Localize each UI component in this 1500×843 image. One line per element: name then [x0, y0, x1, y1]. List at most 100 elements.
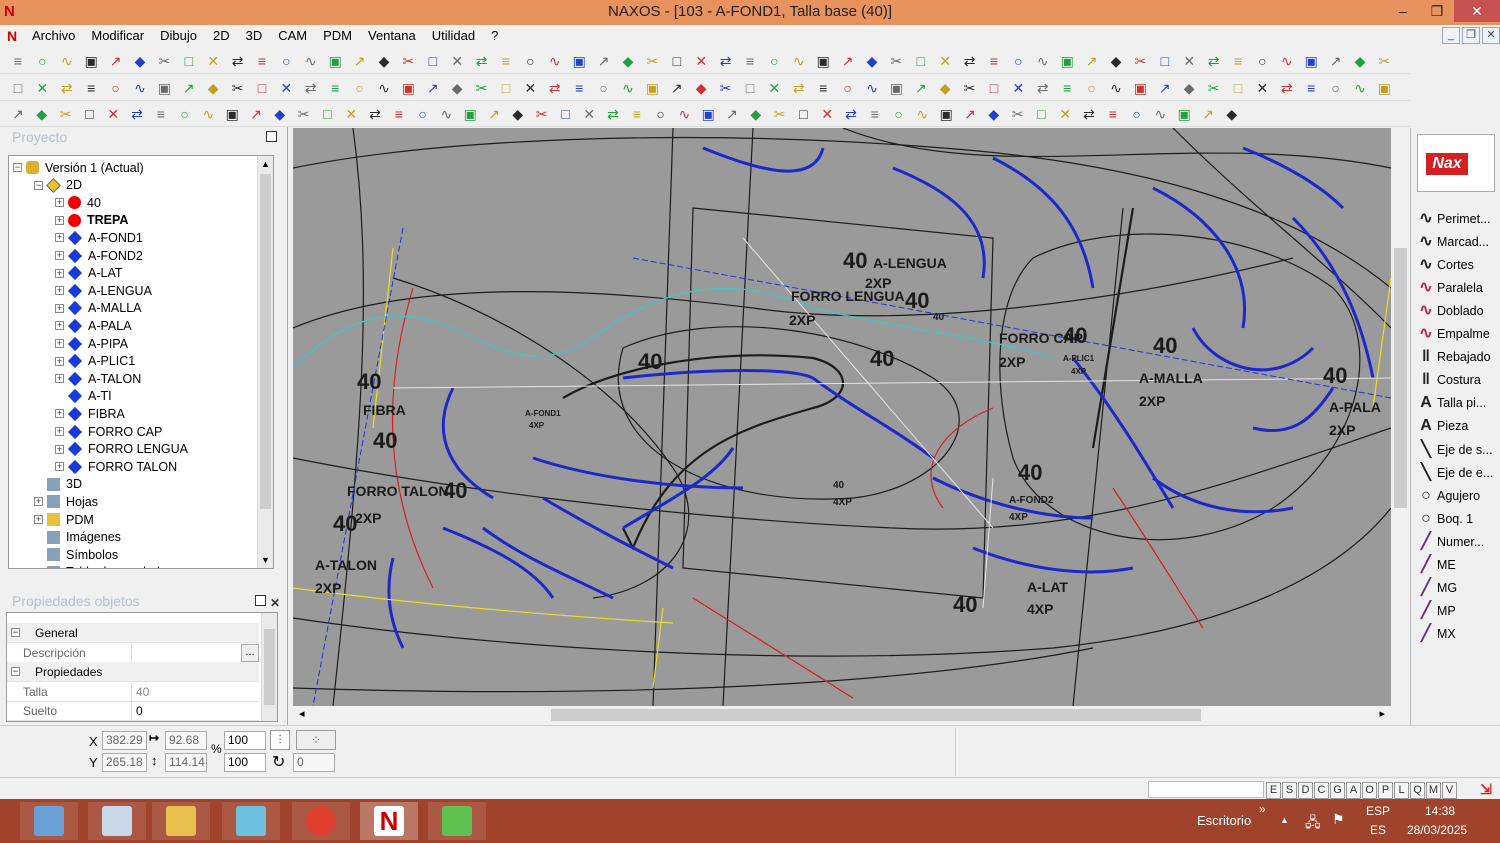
toolbar-button-icon[interactable]: ○ — [766, 53, 782, 69]
toolbar-button-icon[interactable]: ≡ — [986, 53, 1002, 69]
toolbar-button-icon[interactable]: ≡ — [10, 53, 26, 69]
panel-close-icon[interactable]: ✕ — [270, 593, 280, 613]
toolbar-button-icon[interactable]: ◆ — [1352, 53, 1368, 69]
toolbar-button-icon[interactable]: □ — [1157, 53, 1173, 69]
toolbar-button-icon[interactable]: ∿ — [200, 106, 216, 122]
toolbar-button-icon[interactable]: ↗ — [1084, 53, 1100, 69]
align-icon[interactable]: ⫶ — [270, 730, 290, 750]
toolbar-button-icon[interactable]: ✕ — [205, 53, 221, 69]
toolbar-button-icon[interactable]: □ — [1230, 80, 1246, 96]
tree-item[interactable]: + A-PLIC1 — [55, 353, 135, 370]
tool-item[interactable]: ╱ MX — [1417, 623, 1500, 645]
toolbar-button-icon[interactable]: ↗ — [486, 106, 502, 122]
maximize-button[interactable]: ❐ — [1420, 0, 1454, 22]
toolbar-button-icon[interactable]: ✕ — [1254, 80, 1270, 96]
tool-item[interactable]: ╱ MP — [1417, 600, 1500, 622]
toolbar-button-icon[interactable]: ⇄ — [230, 53, 246, 69]
toolbar-button-icon[interactable]: ○ — [1328, 80, 1344, 96]
toolbar-button-icon[interactable]: ✕ — [278, 80, 294, 96]
toolbar-button-icon[interactable]: ◆ — [376, 53, 392, 69]
toolbar-button-icon[interactable]: ✕ — [937, 53, 953, 69]
toolbar-button-icon[interactable]: ◆ — [693, 80, 709, 96]
toolbar-button-icon[interactable]: ≡ — [1059, 80, 1075, 96]
toolbar-button-icon[interactable]: □ — [254, 80, 270, 96]
toolbar-button-icon[interactable]: □ — [669, 53, 685, 69]
toolbar-button-icon[interactable]: ✂ — [400, 53, 416, 69]
grid-icon[interactable]: ⁘ — [296, 730, 336, 750]
input-language[interactable]: ESP — [1366, 804, 1390, 818]
property-value[interactable]: 0 — [131, 702, 259, 721]
toolbar-button-icon[interactable]: ↗ — [108, 53, 124, 69]
browse-button[interactable]: ... — [241, 643, 259, 662]
x-field[interactable]: 382.29 — [102, 731, 147, 750]
mdi-minimize-button[interactable]: _ — [1442, 27, 1460, 44]
tree-expander-icon[interactable]: + — [55, 215, 64, 225]
tree-item[interactable]: Símbolos — [34, 546, 118, 563]
snap-mode-toggle[interactable]: P — [1378, 782, 1393, 799]
tool-item[interactable]: ╱ ME — [1417, 554, 1500, 576]
tool-item[interactable]: A Pieza — [1417, 415, 1500, 437]
tree-item[interactable]: 3D — [34, 476, 82, 493]
toolbar-button-icon[interactable]: ◆ — [510, 106, 526, 122]
tree-item[interactable]: + A-FOND1 — [55, 229, 143, 246]
snap-mode-toggle[interactable]: M — [1426, 782, 1441, 799]
property-section[interactable]: − General — [7, 623, 259, 643]
toolbar-button-icon[interactable]: ▣ — [1176, 106, 1192, 122]
toolbar-button-icon[interactable]: ≡ — [327, 80, 343, 96]
property-section[interactable]: − Propiedades — [7, 662, 259, 683]
toolbar-button-icon[interactable]: ✂ — [962, 80, 978, 96]
tool-item[interactable]: ○ Agujero — [1417, 485, 1500, 507]
tree-expander-icon[interactable]: − — [13, 163, 22, 172]
zoom-mode-icon[interactable]: ⇲ — [1476, 781, 1496, 798]
tree-expander-icon[interactable]: + — [34, 497, 43, 507]
toolbar-button-icon[interactable]: ∿ — [376, 80, 392, 96]
toolbar-button-icon[interactable]: ≡ — [1230, 53, 1246, 69]
tree-item[interactable]: + A-PALA — [55, 317, 132, 334]
toolbar-button-icon[interactable]: ≡ — [867, 106, 883, 122]
tree-item[interactable]: Imágenes — [34, 529, 121, 546]
tree-item[interactable]: +40 — [55, 194, 101, 211]
toolbar-button-icon[interactable]: ✕ — [1010, 80, 1026, 96]
toolbar-button-icon[interactable]: ↗ — [181, 80, 197, 96]
tool-item[interactable]: ∿ Doblado — [1417, 300, 1500, 322]
tool-item[interactable]: ∿ Paralela — [1417, 277, 1500, 299]
mdi-close-button[interactable]: ✕ — [1482, 27, 1500, 44]
tool-item[interactable]: ∿ Perimet... — [1417, 208, 1500, 230]
toolbar-button-icon[interactable]: ◆ — [132, 53, 148, 69]
tree-item[interactable]: + PDM — [34, 511, 94, 528]
toolbar-button-icon[interactable]: ○ — [522, 53, 538, 69]
menu-help[interactable]: ? — [483, 25, 506, 47]
toolbar-button-icon[interactable]: ⇄ — [791, 80, 807, 96]
toolbar-button-icon[interactable]: ▣ — [224, 106, 240, 122]
toolbar-button-icon[interactable]: ≡ — [153, 106, 169, 122]
tree-expander-icon[interactable]: + — [55, 374, 64, 384]
drawing-canvas[interactable]: 40 A-LENGUA 2XP FORRO LENGUA 2XP 40 FORRO CAP 4… — [293, 128, 1391, 706]
naxos-app-icon[interactable]: N — [360, 802, 418, 840]
tray-arrow-icon[interactable]: ▲ — [1280, 815, 1289, 825]
chrome-app-icon[interactable] — [292, 802, 350, 840]
toolbar-button-icon[interactable]: ▣ — [644, 80, 660, 96]
tree-item[interactable]: + A-LAT — [55, 265, 123, 282]
toolbar-button-icon[interactable]: ⇄ — [1081, 106, 1097, 122]
toolbar-button-icon[interactable]: ○ — [1084, 80, 1100, 96]
y-field[interactable]: 265.18 — [102, 753, 147, 772]
toolbar-button-icon[interactable]: ⇄ — [843, 106, 859, 122]
snap-mode-toggle[interactable]: S — [1282, 782, 1297, 799]
toolbar-button-icon[interactable]: ∿ — [132, 80, 148, 96]
dy-field[interactable]: 114.14 — [165, 753, 207, 772]
toolbar-button-icon[interactable]: ▣ — [938, 106, 954, 122]
toolbar-button-icon[interactable]: ∿ — [620, 80, 636, 96]
toolbar-button-icon[interactable]: ≡ — [1105, 106, 1121, 122]
toolbar-button-icon[interactable]: ✂ — [474, 80, 490, 96]
tool-item[interactable]: A Talla pi... — [1417, 392, 1500, 414]
tree-expander-icon[interactable]: + — [55, 251, 64, 260]
toolbar-button-icon[interactable]: ▣ — [400, 80, 416, 96]
menu-3d[interactable]: 3D — [238, 25, 271, 47]
toolbar-button-icon[interactable]: ↗ — [596, 53, 612, 69]
toolbar-button-icon[interactable]: ⇄ — [59, 80, 75, 96]
green-app-icon[interactable] — [428, 802, 486, 840]
snap-mode-toggle[interactable]: A — [1346, 782, 1361, 799]
toolbar-button-icon[interactable]: ↗ — [1157, 80, 1173, 96]
toolbar-button-icon[interactable]: ⇄ — [474, 53, 490, 69]
toolbar-button-icon[interactable]: ∿ — [676, 106, 692, 122]
